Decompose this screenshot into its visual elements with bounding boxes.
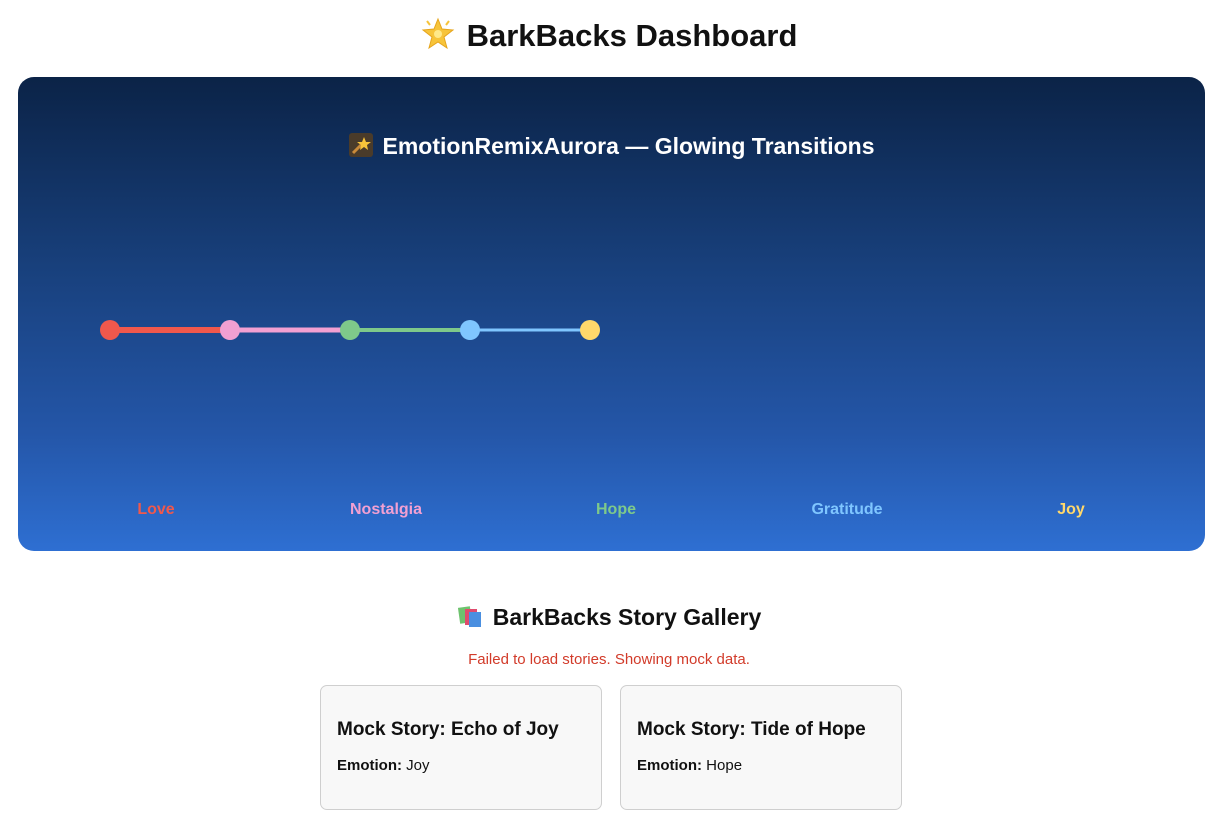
- emotion-label-love: Love: [137, 501, 175, 518]
- emotion-node-love[interactable]: [100, 320, 120, 340]
- books-icon: [457, 606, 481, 627]
- story-emotion: Emotion: Hope: [637, 756, 885, 776]
- load-error-message: Failed to load stories. Showing mock dat…: [468, 651, 750, 668]
- story-emotion-value: Joy: [406, 757, 430, 774]
- story-emotion-label: Emotion:: [337, 757, 402, 774]
- emotion-label-joy: Joy: [1057, 501, 1085, 518]
- page-title-text: BarkBacks Dashboard: [466, 18, 798, 53]
- gallery-title: BarkBacks Story Gallery: [0, 600, 1218, 634]
- gallery-title-text: BarkBacks Story Gallery: [492, 604, 762, 630]
- emotion-label-gratitude: Gratitude: [811, 501, 883, 518]
- emotion-transition-graph: [100, 320, 600, 340]
- story-emotion: Emotion: Joy: [337, 756, 585, 776]
- emotion-node-hope[interactable]: [340, 320, 360, 340]
- emotion-label-hope: Hope: [596, 501, 636, 518]
- story-emotion-label: Emotion:: [637, 757, 702, 774]
- emotion-label-nostalgia: Nostalgia: [349, 501, 423, 518]
- story-card[interactable]: Mock Story: Tide of Hope Emotion: Hope: [620, 685, 902, 810]
- story-card[interactable]: Mock Story: Echo of Joy Emotion: Joy: [320, 685, 602, 810]
- emotion-node-nostalgia[interactable]: [220, 320, 240, 340]
- story-title: Mock Story: Echo of Joy: [337, 719, 559, 740]
- page-title: BarkBacks Dashboard: [0, 14, 1218, 58]
- story-title: Mock Story: Tide of Hope: [637, 719, 866, 740]
- glowing-star-icon: [421, 17, 454, 50]
- emotion-aurora-panel: EmotionRemixAurora — Glowing Transitions…: [18, 77, 1205, 551]
- emotion-node-joy[interactable]: [580, 320, 600, 340]
- emotion-node-gratitude[interactable]: [460, 320, 480, 340]
- story-emotion-value: Hope: [706, 757, 743, 774]
